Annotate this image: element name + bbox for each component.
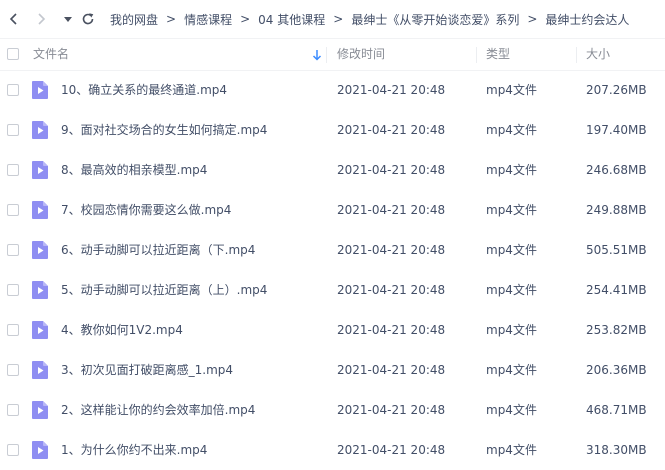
- row-checkbox[interactable]: [7, 324, 19, 336]
- file-row[interactable]: 9、面对社交场合的女生如何搞定.mp4 2021-04-21 20:48 mp4…: [0, 110, 665, 150]
- file-row[interactable]: 6、动手动脚可以拉近距离（下.mp4 2021-04-21 20:48 mp4文…: [0, 230, 665, 270]
- file-size: 254.41MB: [586, 283, 647, 297]
- refresh-button[interactable]: [77, 8, 99, 30]
- file-size: 207.26MB: [586, 83, 647, 97]
- file-size: 197.40MB: [586, 123, 647, 137]
- file-size: 505.51MB: [586, 243, 647, 257]
- file-row[interactable]: 1、为什么你约不出来.mp4 2021-04-21 20:48 mp4文件 31…: [0, 430, 665, 470]
- chevron-left-icon: [9, 13, 17, 25]
- file-size: 468.71MB: [586, 403, 647, 417]
- file-type: mp4文件: [486, 443, 537, 457]
- file-type: mp4文件: [486, 243, 537, 257]
- history-dropdown[interactable]: [57, 8, 79, 30]
- column-header-name[interactable]: 文件名: [33, 39, 69, 70]
- file-size: 249.88MB: [586, 203, 647, 217]
- file-modified-time: 2021-04-21 20:48: [337, 443, 446, 457]
- file-name[interactable]: 10、确立关系的最终通道.mp4: [61, 70, 227, 110]
- breadcrumb-item[interactable]: 最绅士《从零开始谈恋爱》系列: [351, 11, 519, 28]
- file-row[interactable]: 10、确立关系的最终通道.mp4 2021-04-21 20:48 mp4文件 …: [0, 70, 665, 110]
- file-name[interactable]: 1、为什么你约不出来.mp4: [61, 430, 207, 470]
- sort-down-arrow-icon[interactable]: [312, 49, 322, 61]
- select-all-checkbox[interactable]: [7, 48, 19, 60]
- file-type: mp4文件: [486, 363, 537, 377]
- file-type: mp4文件: [486, 203, 537, 217]
- file-modified-time: 2021-04-21 20:48: [337, 163, 446, 177]
- file-name[interactable]: 7、校园恋情你需要这么做.mp4: [61, 190, 231, 230]
- video-file-icon: [32, 321, 48, 339]
- file-name[interactable]: 5、动手动脚可以拉近距离（上）.mp4: [61, 270, 267, 310]
- file-size: 318.30MB: [586, 443, 647, 457]
- column-divider[interactable]: [576, 47, 577, 63]
- row-checkbox[interactable]: [7, 364, 19, 376]
- breadcrumb-separator-icon: >: [166, 12, 177, 26]
- breadcrumb-item[interactable]: 04 其他课程: [258, 11, 325, 28]
- video-file-icon: [32, 441, 48, 459]
- chevron-right-icon: [38, 13, 46, 25]
- file-modified-time: 2021-04-21 20:48: [337, 203, 446, 217]
- row-checkbox[interactable]: [7, 204, 19, 216]
- file-name[interactable]: 6、动手动脚可以拉近距离（下.mp4: [61, 230, 255, 270]
- back-button[interactable]: [3, 8, 25, 30]
- row-checkbox[interactable]: [7, 244, 19, 256]
- video-file-icon: [32, 121, 48, 139]
- breadcrumb-separator-icon: >: [527, 12, 538, 26]
- video-file-icon: [32, 281, 48, 299]
- column-header-modified[interactable]: 修改时间: [337, 39, 385, 70]
- file-list-header: 文件名 修改时间 类型 大小: [0, 38, 665, 71]
- video-file-icon: [32, 161, 48, 179]
- column-divider[interactable]: [326, 47, 327, 63]
- file-modified-time: 2021-04-21 20:48: [337, 323, 446, 337]
- file-row[interactable]: 7、校园恋情你需要这么做.mp4 2021-04-21 20:48 mp4文件 …: [0, 190, 665, 230]
- file-modified-time: 2021-04-21 20:48: [337, 243, 446, 257]
- row-checkbox[interactable]: [7, 164, 19, 176]
- navigation-bar: 我的网盘 > 情感课程 > 04 其他课程 > 最绅士《从零开始谈恋爱》系列 >…: [0, 0, 665, 38]
- file-modified-time: 2021-04-21 20:48: [337, 283, 446, 297]
- row-checkbox[interactable]: [7, 404, 19, 416]
- video-file-icon: [32, 241, 48, 259]
- file-row[interactable]: 4、教你如何1V2.mp4 2021-04-21 20:48 mp4文件 253…: [0, 310, 665, 350]
- column-divider[interactable]: [476, 47, 477, 63]
- file-modified-time: 2021-04-21 20:48: [337, 83, 446, 97]
- video-file-icon: [32, 361, 48, 379]
- row-checkbox[interactable]: [7, 84, 19, 96]
- file-type: mp4文件: [486, 83, 537, 97]
- video-file-icon: [32, 201, 48, 219]
- file-name[interactable]: 3、初次见面打破距离感_1.mp4: [61, 350, 233, 390]
- row-checkbox[interactable]: [7, 444, 19, 456]
- video-file-icon: [32, 81, 48, 99]
- file-modified-time: 2021-04-21 20:48: [337, 363, 446, 377]
- file-name[interactable]: 4、教你如何1V2.mp4: [61, 310, 183, 350]
- file-name[interactable]: 8、最高效的相亲模型.mp4: [61, 150, 207, 190]
- column-header-size[interactable]: 大小: [586, 39, 610, 70]
- file-row[interactable]: 5、动手动脚可以拉近距离（上）.mp4 2021-04-21 20:48 mp4…: [0, 270, 665, 310]
- file-row[interactable]: 3、初次见面打破距离感_1.mp4 2021-04-21 20:48 mp4文件…: [0, 350, 665, 390]
- row-checkbox[interactable]: [7, 284, 19, 296]
- file-row[interactable]: 8、最高效的相亲模型.mp4 2021-04-21 20:48 mp4文件 24…: [0, 150, 665, 190]
- file-row[interactable]: 2、这样能让你的约会效率加倍.mp4 2021-04-21 20:48 mp4文…: [0, 390, 665, 430]
- file-type: mp4文件: [486, 403, 537, 417]
- file-modified-time: 2021-04-21 20:48: [337, 403, 446, 417]
- forward-button[interactable]: [30, 8, 52, 30]
- row-checkbox[interactable]: [7, 124, 19, 136]
- file-size: 246.68MB: [586, 163, 647, 177]
- file-size: 253.82MB: [586, 323, 647, 337]
- video-file-icon: [32, 401, 48, 419]
- file-name[interactable]: 2、这样能让你的约会效率加倍.mp4: [61, 390, 255, 430]
- file-name[interactable]: 9、面对社交场合的女生如何搞定.mp4: [61, 110, 267, 150]
- breadcrumb-separator-icon: >: [240, 12, 251, 26]
- breadcrumb: 我的网盘 > 情感课程 > 04 其他课程 > 最绅士《从零开始谈恋爱》系列 >…: [110, 0, 629, 38]
- file-size: 206.36MB: [586, 363, 647, 377]
- file-type: mp4文件: [486, 123, 537, 137]
- breadcrumb-item[interactable]: 情感课程: [184, 11, 232, 28]
- file-modified-time: 2021-04-21 20:48: [337, 123, 446, 137]
- breadcrumb-separator-icon: >: [333, 12, 344, 26]
- file-type: mp4文件: [486, 163, 537, 177]
- file-type: mp4文件: [486, 283, 537, 297]
- refresh-icon: [82, 13, 94, 25]
- breadcrumb-item[interactable]: 我的网盘: [110, 11, 158, 28]
- file-type: mp4文件: [486, 323, 537, 337]
- column-header-type[interactable]: 类型: [486, 39, 510, 70]
- caret-down-icon: [64, 17, 72, 22]
- breadcrumb-item-current[interactable]: 最绅士约会达人: [545, 11, 629, 28]
